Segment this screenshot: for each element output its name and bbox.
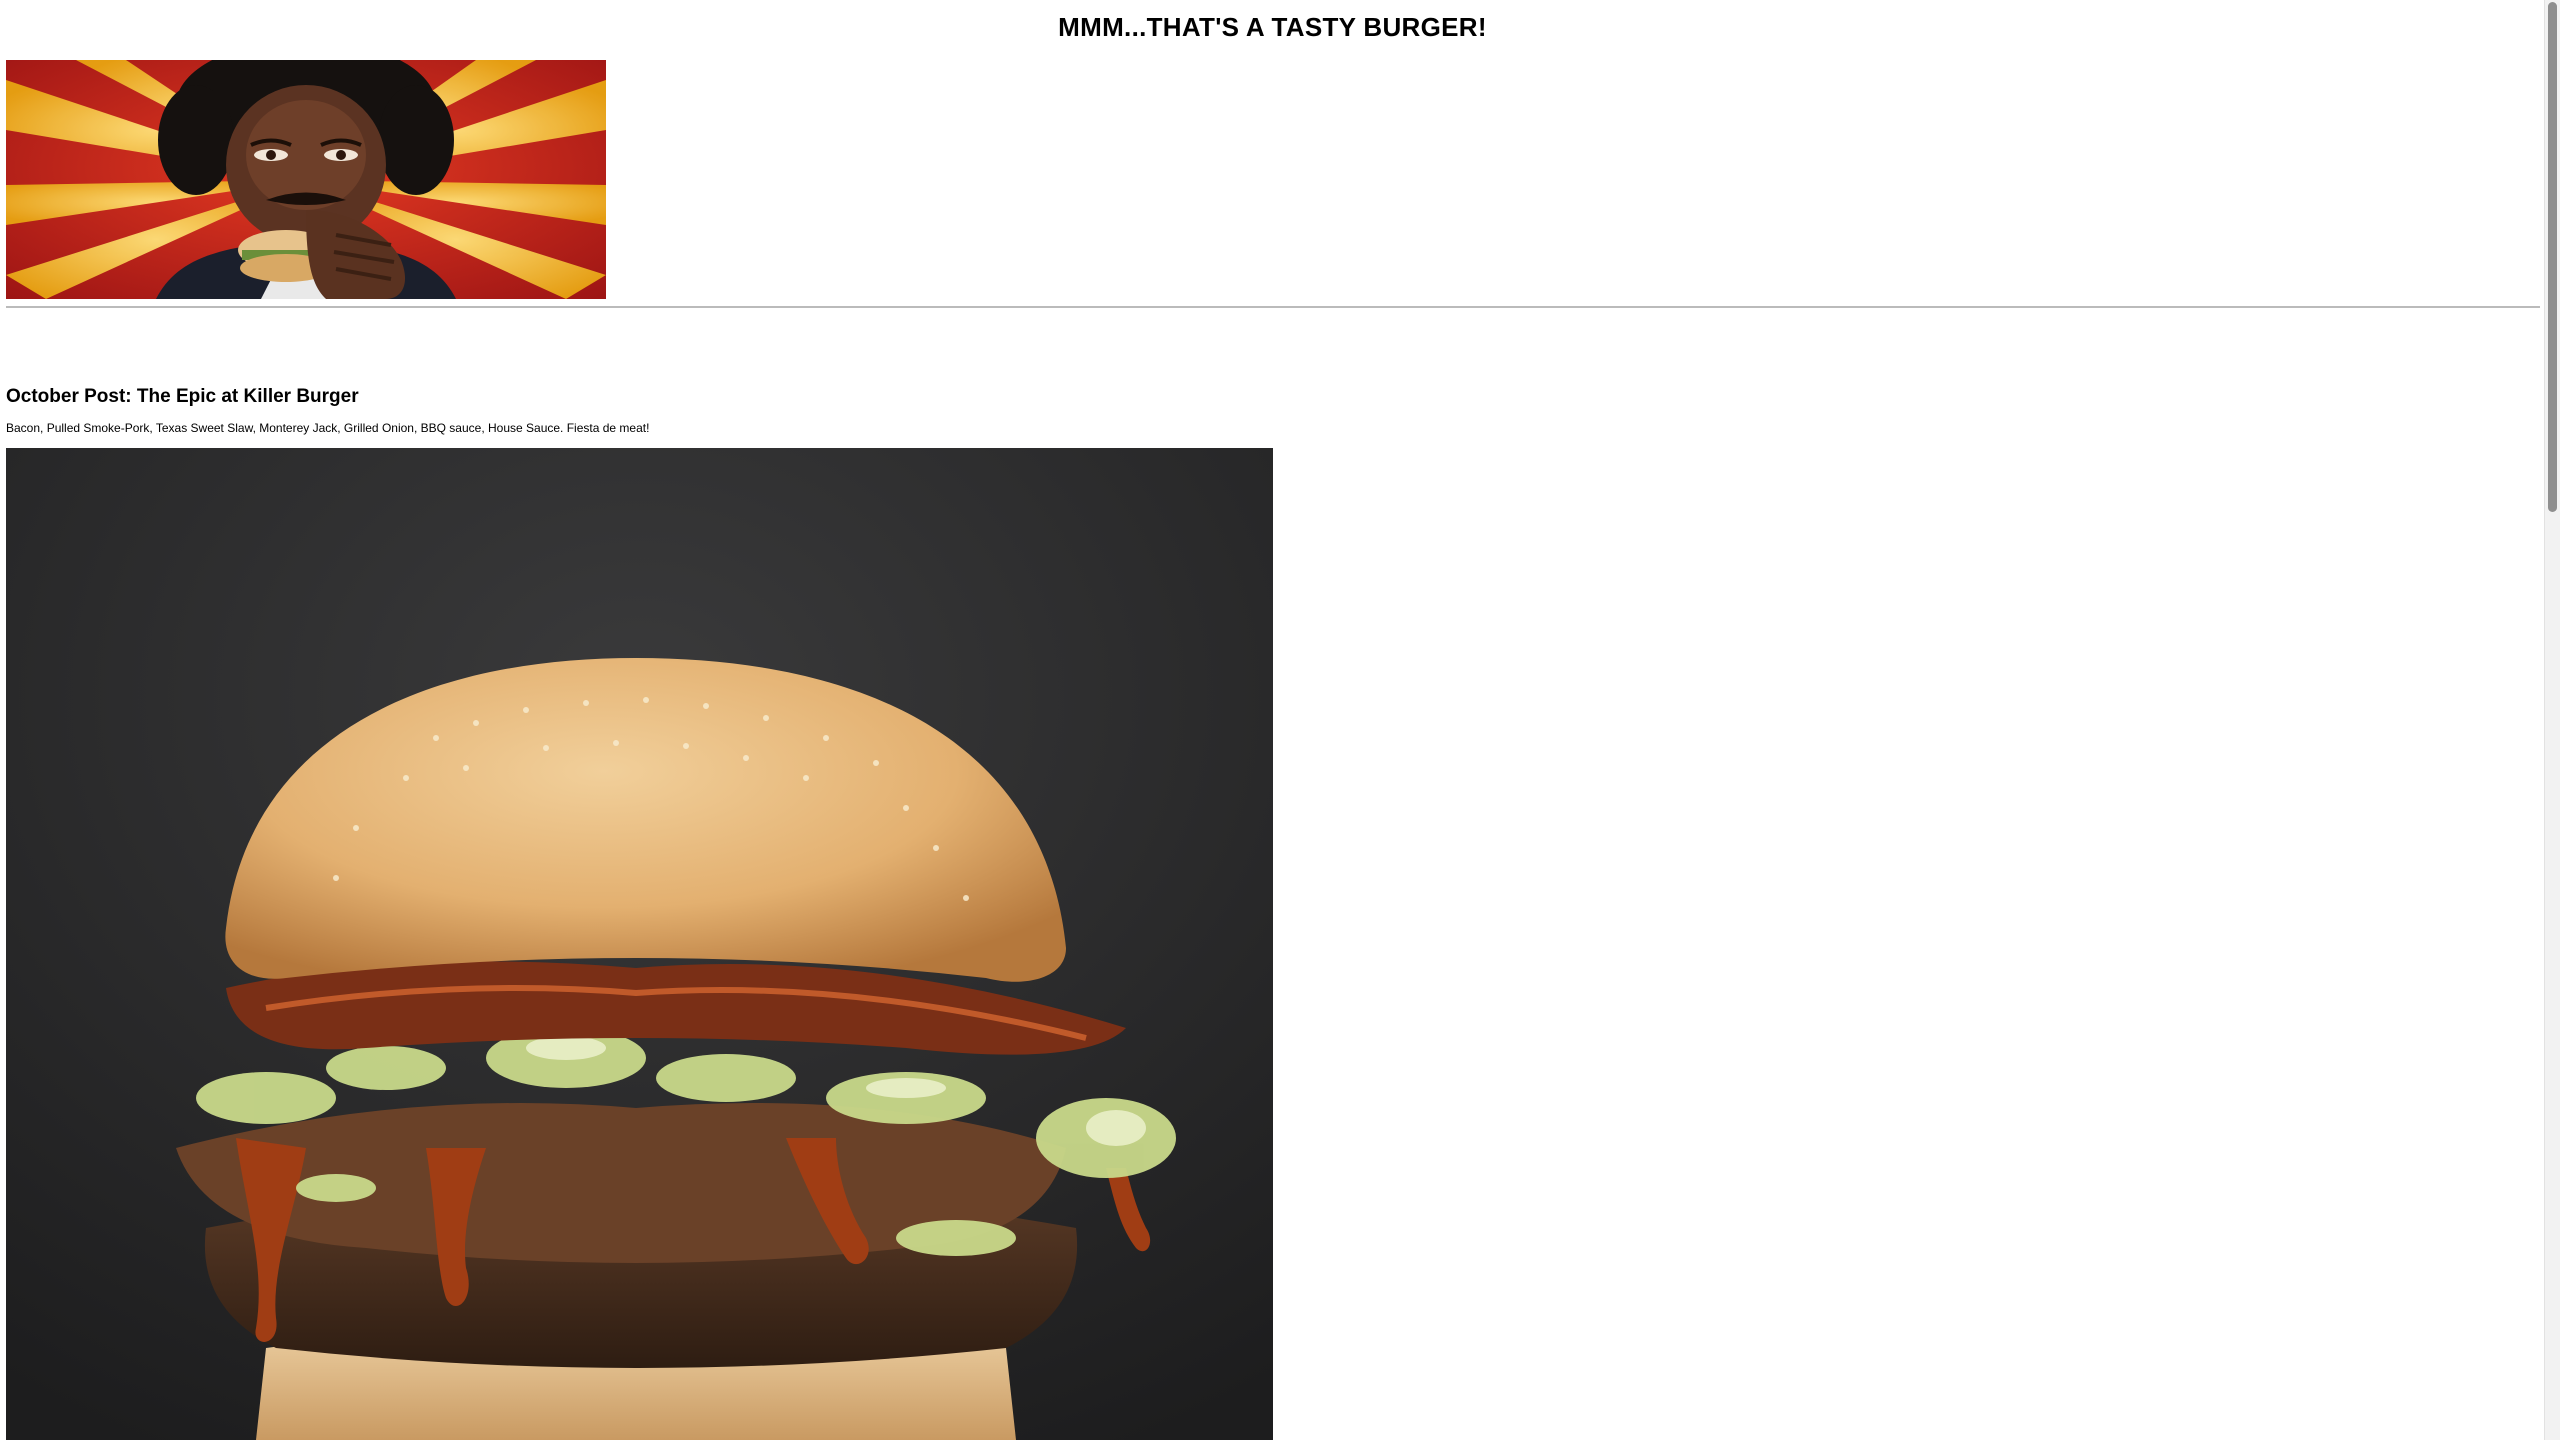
divider [6, 306, 2540, 308]
page: MMM...THAT'S A TASTY BURGER! October Pos… [0, 0, 2560, 1440]
post-image [6, 448, 1273, 1440]
post-title: October Post: The Epic at Killer Burger [6, 386, 359, 407]
scrollbar-thumb[interactable] [2548, 2, 2557, 512]
vertical-scrollbar[interactable] [2544, 0, 2560, 1440]
hero-banner-image [6, 60, 606, 299]
site-title: MMM...THAT'S A TASTY BURGER! [1058, 12, 1487, 42]
post-description: Bacon, Pulled Smoke-Pork, Texas Sweet Sl… [6, 421, 650, 435]
